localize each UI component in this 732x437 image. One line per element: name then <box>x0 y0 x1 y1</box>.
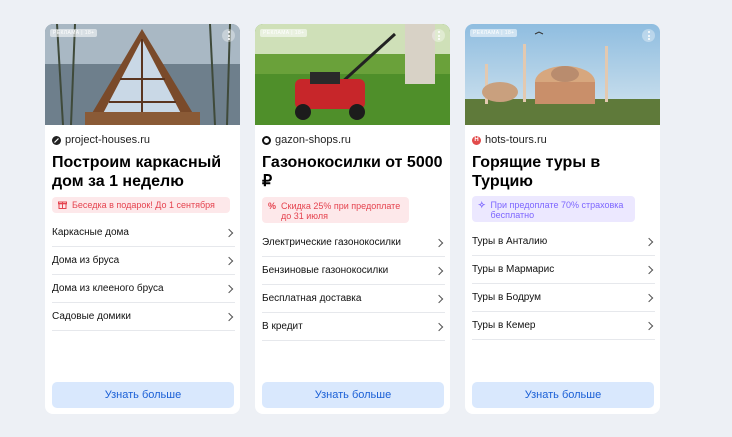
ad-label: РЕКЛАМА | 18+ <box>260 29 308 37</box>
sparkle-icon: ✧ <box>478 200 486 210</box>
chevron-right-icon <box>224 256 234 265</box>
chevron-right-icon <box>644 237 654 246</box>
more-options-icon[interactable] <box>432 29 445 42</box>
sitelink[interactable]: Туры в Кемер <box>472 312 655 340</box>
lawnmower-photo[interactable]: РЕКЛАМА | 18+ <box>255 24 450 125</box>
ad-card-tours[interactable]: РЕКЛАМА | 18+ H hots-tours.ru Горящие ту… <box>465 24 660 414</box>
sitelinks: Каркасные дома Дома из бруса Дома из кле… <box>52 219 235 331</box>
sitelink[interactable]: Дома из бруса <box>52 247 235 275</box>
h-logo-icon: H <box>472 135 481 145</box>
more-options-icon[interactable] <box>642 29 655 42</box>
domain-row[interactable]: gazon-shops.ru <box>262 134 351 146</box>
sitelink[interactable]: Туры в Бодрум <box>472 284 655 312</box>
promo-text: При предоплате 70% страховка бесплатно <box>490 200 624 220</box>
ad-title[interactable]: Горящие туры в Турцию <box>472 153 657 191</box>
sitelinks: Электрические газонокосилки Бензиновые г… <box>262 229 445 341</box>
chevron-right-icon <box>434 266 444 275</box>
domain-text: gazon-shops.ru <box>275 134 351 146</box>
ad-card-mowers[interactable]: РЕКЛАМА | 18+ gazon-shops.ru Газонокосил… <box>255 24 450 414</box>
percent-icon: % <box>268 201 277 211</box>
chevron-right-icon <box>644 265 654 274</box>
ad-label: РЕКЛАМА | 18+ <box>470 29 518 37</box>
chevron-right-icon <box>434 322 444 331</box>
learn-more-button[interactable]: Узнать больше <box>262 382 444 408</box>
promo-text: Скидка 25% при предоплате до 31 июля <box>281 201 401 221</box>
domain-row[interactable]: project-houses.ru <box>52 134 150 146</box>
sitelink[interactable]: Садовые домики <box>52 303 235 331</box>
sitelinks: Туры в Анталию Туры в Мармарис Туры в Бо… <box>472 228 655 340</box>
ad-title[interactable]: Построим каркасный дом за 1 неделю <box>52 153 237 191</box>
promo-badge: Беседка в подарок! До 1 сентября <box>52 197 230 213</box>
sitelink[interactable]: Туры в Мармарис <box>472 256 655 284</box>
ad-title[interactable]: Газонокосилки от 5000 ₽ <box>262 153 447 191</box>
learn-more-button[interactable]: Узнать больше <box>472 382 654 408</box>
promo-badge: ✧ При предоплате 70% страховка бесплатно <box>472 196 635 222</box>
gift-icon <box>58 200 67 211</box>
promo-badge: % Скидка 25% при предоплате до 31 июля <box>262 197 409 223</box>
sitelink[interactable]: Бесплатная доставка <box>262 285 445 313</box>
domain-text: project-houses.ru <box>65 134 150 146</box>
promo-text: Беседка в подарок! До 1 сентября <box>72 200 215 210</box>
sitelink[interactable]: Электрические газонокосилки <box>262 229 445 257</box>
leaf-icon <box>52 135 61 145</box>
chevron-right-icon <box>434 294 444 303</box>
sitelink[interactable]: Дома из клееного бруса <box>52 275 235 303</box>
chevron-right-icon <box>224 312 234 321</box>
chevron-right-icon <box>434 238 444 247</box>
sitelink[interactable]: Каркасные дома <box>52 219 235 247</box>
ring-icon <box>262 135 271 145</box>
istanbul-photo[interactable]: РЕКЛАМА | 18+ <box>465 24 660 125</box>
ad-card-houses[interactable]: РЕКЛАМА | 18+ project-houses.ru Построим… <box>45 24 240 414</box>
domain-row[interactable]: H hots-tours.ru <box>472 134 547 146</box>
sitelink[interactable]: В кредит <box>262 313 445 341</box>
ad-label: РЕКЛАМА | 18+ <box>50 29 98 37</box>
sitelink[interactable]: Туры в Анталию <box>472 228 655 256</box>
sitelink[interactable]: Бензиновые газонокосилки <box>262 257 445 285</box>
learn-more-button[interactable]: Узнать больше <box>52 382 234 408</box>
house-photo[interactable]: РЕКЛАМА | 18+ <box>45 24 240 125</box>
domain-text: hots-tours.ru <box>485 134 547 146</box>
chevron-right-icon <box>644 321 654 330</box>
more-options-icon[interactable] <box>222 29 235 42</box>
chevron-right-icon <box>644 293 654 302</box>
chevron-right-icon <box>224 284 234 293</box>
chevron-right-icon <box>224 228 234 237</box>
